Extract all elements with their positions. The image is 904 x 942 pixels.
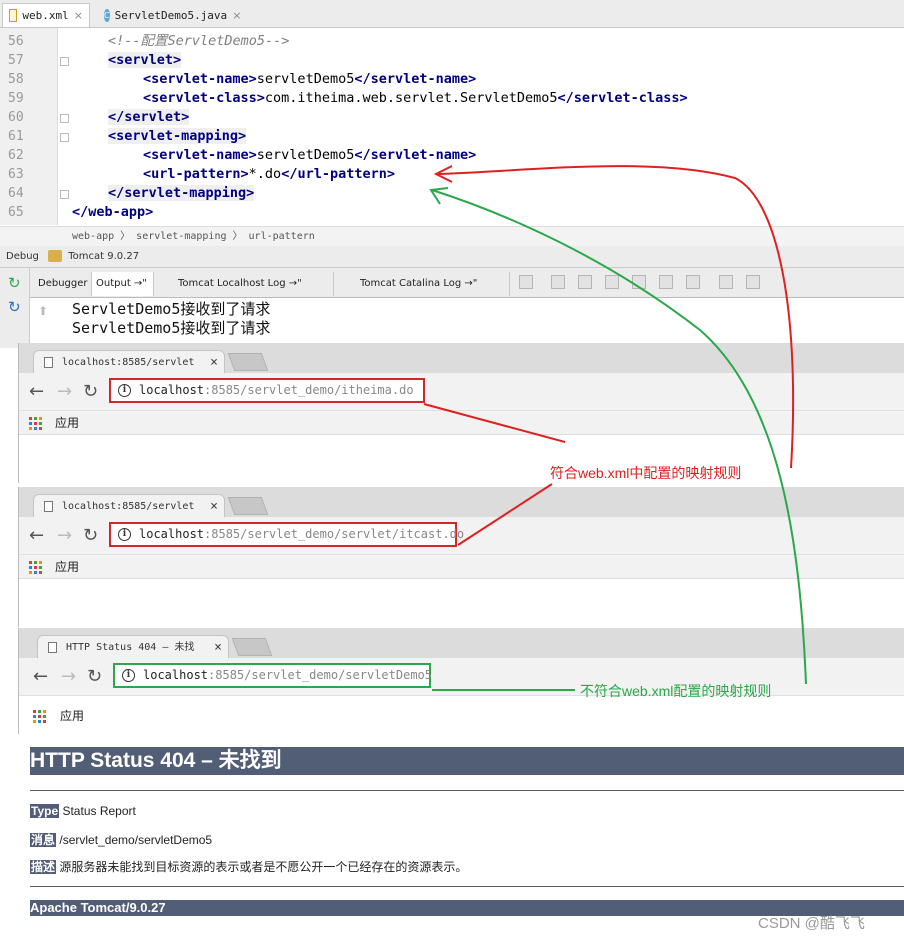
no-match-annotation: 不符合web.xml配置的映射规则 — [580, 683, 772, 699]
green-arrow-to-url-pattern — [431, 189, 807, 685]
green-arrowhead — [429, 187, 449, 205]
red-pointer-line-2 — [457, 483, 553, 546]
red-pointer-line-1 — [423, 403, 566, 443]
match-annotation: 符合web.xml中配置的映射规则 — [550, 465, 742, 481]
annotation-arrows — [423, 165, 807, 691]
watermark: CSDN @酷飞飞 — [758, 915, 865, 932]
